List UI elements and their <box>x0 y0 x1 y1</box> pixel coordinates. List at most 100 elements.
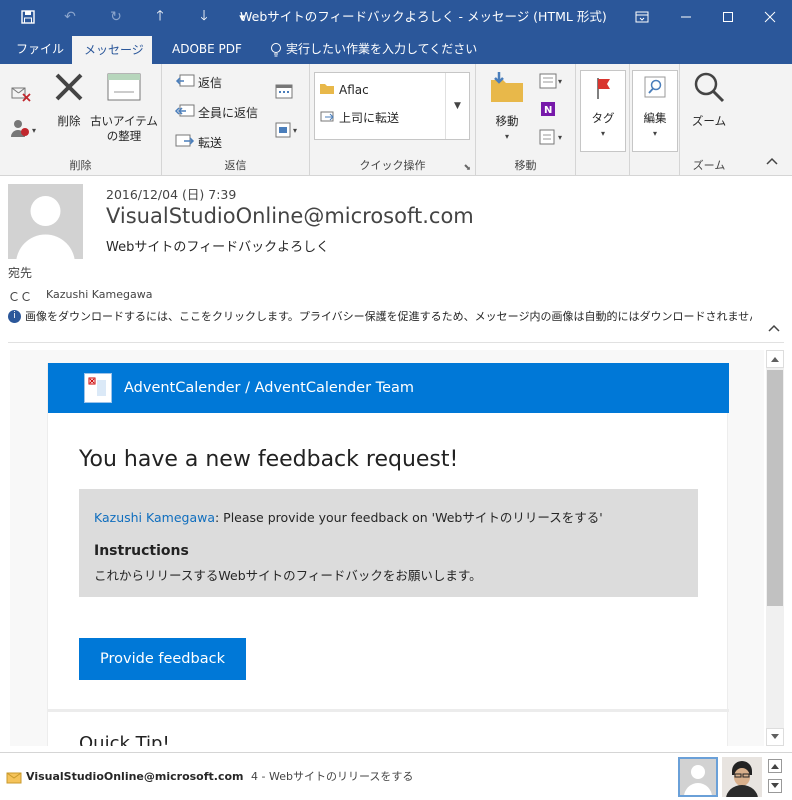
contact-avatar-generic[interactable] <box>678 757 718 797</box>
reply-icon <box>174 72 196 93</box>
tell-me-search[interactable]: 実行したい作業を入力してください <box>262 34 489 64</box>
quick-step-forward-boss[interactable]: 上司に転送 <box>319 109 399 126</box>
close-button[interactable] <box>748 0 792 34</box>
request-box: Kazushi Kamegawa: Please provide your fe… <box>79 489 698 597</box>
scroll-down-icon[interactable] <box>766 728 784 746</box>
collapse-header-icon[interactable] <box>768 318 780 337</box>
undo-icon[interactable]: ↶ <box>50 0 90 34</box>
zoom-group: ズーム ズーム <box>680 64 738 176</box>
reply-all-label: 全員に返信 <box>198 106 259 120</box>
calendar-icon <box>274 82 294 103</box>
magnifier-icon <box>692 70 726 108</box>
ignore-icon <box>10 82 32 105</box>
tags-label: タグ <box>591 111 615 125</box>
move-button[interactable]: 移動 ▾ <box>484 70 530 144</box>
svg-text:▾: ▾ <box>293 126 297 135</box>
more-respond-button[interactable]: ▾ <box>274 120 302 143</box>
people-pane-detail[interactable]: 4 - Webサイトのリリースをする <box>251 770 413 783</box>
requester-link[interactable]: Kazushi Kamegawa <box>94 510 215 525</box>
search-icon <box>643 75 667 105</box>
quick-steps-more-icon[interactable]: ▼ <box>445 73 469 139</box>
onenote-button[interactable]: N <box>538 100 558 121</box>
meeting-button[interactable] <box>274 82 294 103</box>
expand-people-pane-icon[interactable] <box>768 759 782 773</box>
people-pane: VisualStudioOnline@microsoft.com 4 - Web… <box>0 752 792 800</box>
onenote-icon: N <box>538 100 558 121</box>
delete-group: ▾ 削除 古いアイテム の整理 削除 <box>0 64 162 176</box>
zoom-group-label: ズーム <box>692 159 726 172</box>
folder-icon <box>319 81 335 98</box>
quick-steps-label: クイック操作 <box>359 159 426 172</box>
lightbulb-icon <box>270 34 282 64</box>
instructions-title: Instructions <box>94 543 189 559</box>
message-body: AdventCalender / AdventCalender Team You… <box>10 350 764 746</box>
team-banner: AdventCalender / AdventCalender Team <box>48 363 729 413</box>
actions-button[interactable]: ▾ <box>538 128 566 149</box>
download-images-infobar[interactable]: i 画像をダウンロードするには、ここをクリックします。プライバシー保護を促進する… <box>8 308 752 324</box>
svg-text:▾: ▾ <box>558 77 562 86</box>
cc-recipient[interactable]: Kazushi Kamegawa <box>46 288 152 301</box>
tags-button[interactable]: タグ ▾ <box>580 70 626 152</box>
body-scrollbar[interactable] <box>766 350 784 746</box>
scrollbar-thumb[interactable] <box>767 370 783 606</box>
quick-step-aflac[interactable]: Aflac <box>319 81 369 98</box>
info-icon: i <box>8 309 21 323</box>
collapse-ribbon-icon[interactable] <box>766 156 778 169</box>
redo-icon[interactable]: ↻ <box>96 0 136 34</box>
tab-message[interactable]: メッセージ <box>72 36 152 64</box>
quick-step-forward-boss-label: 上司に転送 <box>339 111 400 125</box>
sender-address[interactable]: VisualStudioOnline@microsoft.com <box>106 204 474 228</box>
reply-label: 返信 <box>198 76 223 90</box>
editing-button[interactable]: 編集 ▾ <box>632 70 678 152</box>
cleanup-button[interactable]: 古いアイテム の整理 <box>90 70 158 144</box>
zoom-button[interactable]: ズーム <box>686 70 732 129</box>
title-bar: ↶ ↻ 🡑 🡓 ▾ Webサイトのフィードバックよろしく - メッセージ (HT… <box>0 0 792 34</box>
move-label: 移動 <box>495 114 519 128</box>
junk-button[interactable]: ▾ <box>10 118 38 141</box>
tell-me-placeholder: 実行したい作業を入力してください <box>286 42 478 56</box>
maximize-button[interactable] <box>706 0 750 34</box>
tags-group: タグ ▾ <box>576 64 630 176</box>
reply-all-button[interactable]: 全員に返信 <box>174 102 258 123</box>
svg-text:▾: ▾ <box>558 133 562 142</box>
tab-adobe-pdf[interactable]: ADOBE PDF <box>160 34 254 64</box>
svg-text:▾: ▾ <box>32 126 36 135</box>
next-item-icon[interactable]: 🡓 <box>184 0 224 34</box>
delete-button[interactable]: 削除 <box>48 70 90 129</box>
tags-dropdown-icon: ▾ <box>600 129 605 138</box>
zoom-label: ズーム <box>691 114 727 128</box>
ribbon-display-options-icon[interactable] <box>620 0 664 34</box>
save-icon[interactable] <box>8 0 48 34</box>
sender-avatar <box>8 184 83 259</box>
move-group: 移動 ▾ ▾ N ▾ 移動 <box>476 64 576 176</box>
people-pane-sender[interactable]: VisualStudioOnline@microsoft.com <box>26 770 244 783</box>
forward-button[interactable]: 転送 <box>174 132 222 153</box>
move-folder-icon <box>489 70 525 108</box>
minimize-button[interactable] <box>664 0 708 34</box>
ignore-button[interactable] <box>10 82 32 105</box>
contact-avatar-photo[interactable] <box>722 757 762 797</box>
edit-group: 編集 ▾ <box>630 64 680 176</box>
rules-button[interactable]: ▾ <box>538 72 566 93</box>
collapse-people-pane-icon[interactable] <box>768 779 782 793</box>
forward-icon <box>174 132 196 153</box>
ribbon-tabs: ファイル メッセージ ADOBE PDF 実行したい作業を入力してください <box>0 34 792 64</box>
ribbon: ▾ 削除 古いアイテム の整理 削除 返信 全員に返信 転送 ▾ 返信 Afla… <box>0 64 792 176</box>
quick-steps-group: Aflac 上司に転送 ▼ クイック操作 ⬊ <box>310 64 476 176</box>
svg-text:N: N <box>544 105 552 116</box>
scroll-up-icon[interactable] <box>766 350 784 368</box>
previous-item-icon[interactable]: 🡑 <box>140 0 180 34</box>
reply-button[interactable]: 返信 <box>174 72 222 93</box>
reply-group: 返信 全員に返信 転送 ▾ 返信 <box>162 64 310 176</box>
quick-tip-heading: Quick Tip! <box>79 733 170 746</box>
forward-label: 転送 <box>198 136 223 150</box>
team-banner-title: AdventCalender / AdventCalender Team <box>124 380 414 396</box>
tab-file[interactable]: ファイル <box>4 34 76 64</box>
provide-feedback-button[interactable]: Provide feedback <box>79 638 246 680</box>
move-dropdown-icon: ▾ <box>504 132 509 141</box>
infobar-text: 画像をダウンロードするには、ここをクリックします。プライバシー保護を促進するため… <box>25 310 752 323</box>
edit-dropdown-icon: ▾ <box>652 129 657 138</box>
rules-icon: ▾ <box>538 72 566 93</box>
quick-steps-launcher-icon[interactable]: ⬊ <box>463 163 471 173</box>
reply-group-label: 返信 <box>224 159 247 172</box>
